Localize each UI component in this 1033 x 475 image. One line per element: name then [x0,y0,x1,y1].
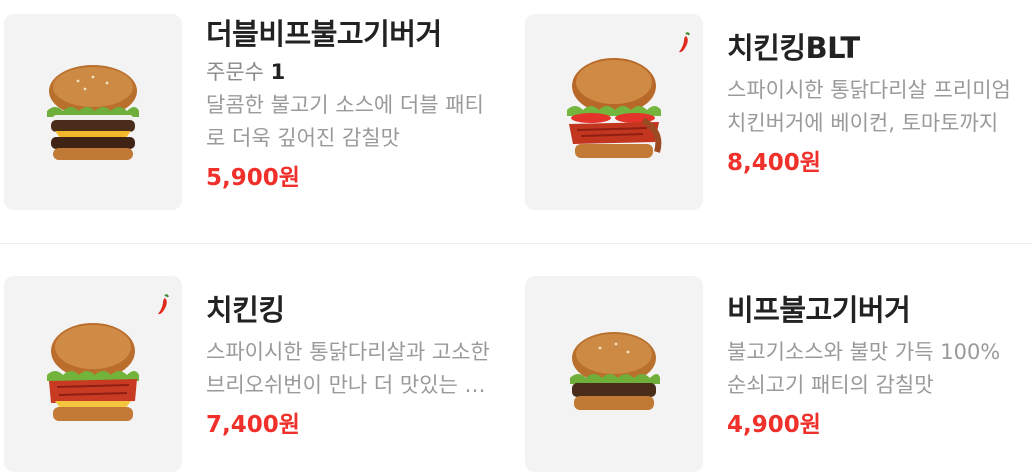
menu-item-beef-bulgogi-burger[interactable]: 비프불고기버거 불고기소스와 불맛 가득 100% 순쇠고기 패티의 감칠맛 4… [525,276,1027,472]
menu-item-info: 비프불고기버거 불고기소스와 불맛 가득 100% 순쇠고기 패티의 감칠맛 4… [727,276,1027,472]
burger-icon [47,65,139,160]
menu-item-price: 7,400원 [206,412,300,438]
menu-item-name: 치킨킹BLT [727,31,860,65]
burger-icon [47,323,139,421]
menu-item-double-beef-bulgogi-burger[interactable]: 더블비프불고기버거 주문수 1 달콤한 불고기 소스에 더블 패티로 더욱 깊어… [4,14,506,210]
menu-item-chicken-king-blt[interactable]: 치킨킹BLT 스파이시한 통닭다리살 프리미엄 치킨버거에 베이컨, 토마토까지… [525,14,1027,210]
menu-item-description: 스파이시한 통닭다리살과 고소한 브리오쉬번이 만나 더 맛있는 치킨버거 [206,340,490,397]
menu-item-info: 더블비프불고기버거 주문수 1 달콤한 불고기 소스에 더블 패티로 더욱 깊어… [206,14,506,210]
order-count-value: 1 [270,60,286,84]
menu-item-image[interactable] [525,14,703,210]
burger-icon [570,332,660,410]
order-count-label: 주문수 [206,60,264,84]
menu-item-name: 더블비프불고기버거 [206,17,442,51]
menu-item-info: 치킨킹BLT 스파이시한 통닭다리살 프리미엄 치킨버거에 베이컨, 토마토까지… [727,14,1027,210]
burger-icon [567,58,662,158]
row-divider [0,243,1033,244]
menu-item-price: 5,900원 [206,165,300,191]
menu-item-chicken-king[interactable]: 치킨킹 스파이시한 통닭다리살과 고소한 브리오쉬번이 만나 더 맛있는 치킨버… [4,276,506,472]
menu-item-image[interactable] [525,276,703,472]
menu-item-description: 달콤한 불고기 소스에 더블 패티로 더욱 깊어진 감칠맛 [206,93,484,150]
menu-item-name: 비프불고기버거 [727,293,911,327]
order-count: 주문수 1 [206,55,506,89]
spicy-pepper-icon [679,32,690,53]
menu-item-image[interactable] [4,14,182,210]
menu-item-description: 스파이시한 통닭다리살 프리미엄 치킨버거에 베이컨, 토마토까지 [727,78,1011,135]
menu-item-price: 8,400원 [727,150,821,176]
menu-item-info: 치킨킹 스파이시한 통닭다리살과 고소한 브리오쉬번이 만나 더 맛있는 치킨버… [206,276,506,472]
menu-item-name: 치킨킹 [206,293,285,327]
menu-grid: 더블비프불고기버거 주문수 1 달콤한 불고기 소스에 더블 패티로 더욱 깊어… [0,0,1033,475]
spicy-pepper-icon [158,294,169,315]
menu-item-description: 불고기소스와 불맛 가득 100% 순쇠고기 패티의 감칠맛 [727,340,1001,397]
menu-item-price: 4,900원 [727,412,821,438]
menu-item-image[interactable] [4,276,182,472]
